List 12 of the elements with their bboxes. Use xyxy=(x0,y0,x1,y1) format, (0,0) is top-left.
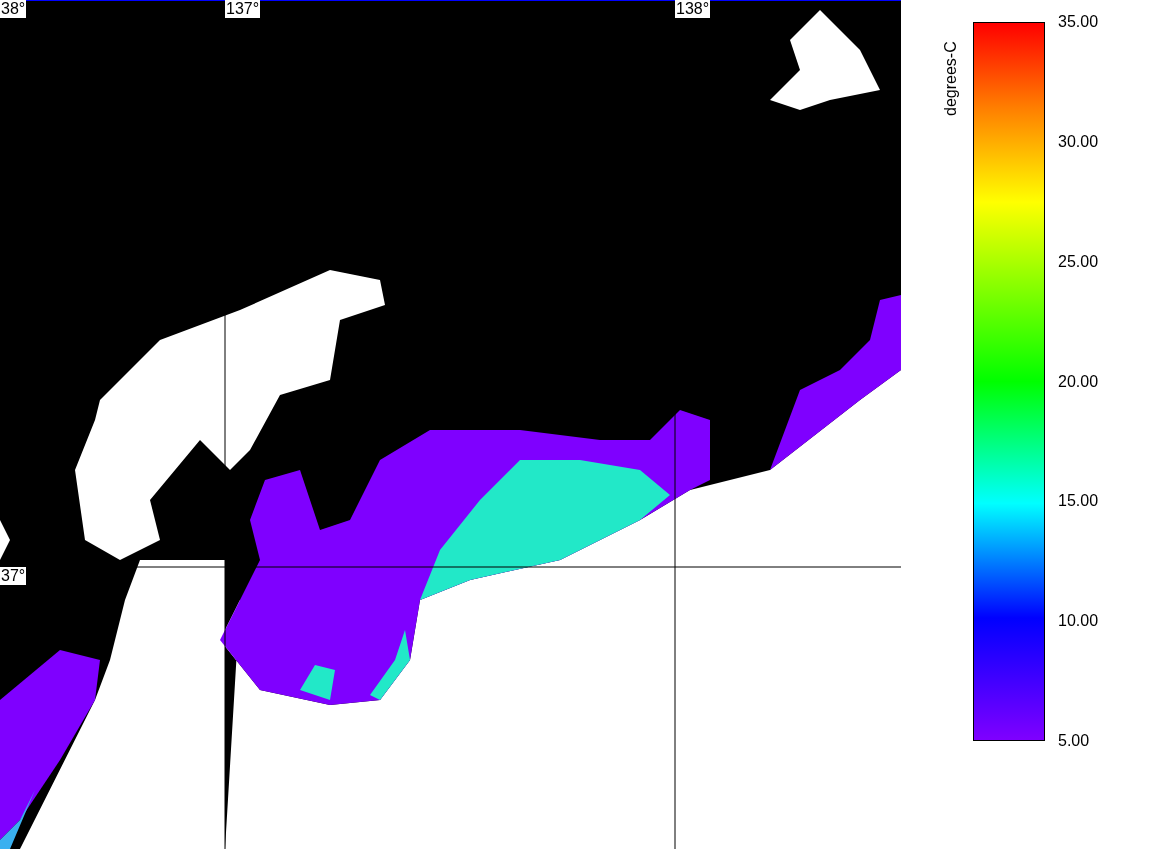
colorbar-tick-label: 15.00 xyxy=(1058,492,1099,511)
grid-label: 38° xyxy=(0,0,27,18)
grid-label: 137° xyxy=(225,0,261,18)
colorbar-tick-label: 25.00 xyxy=(1058,252,1099,271)
colorbar-tick-label: 30.00 xyxy=(1058,132,1099,151)
grid-label: 138° xyxy=(675,0,711,18)
colorbar-tick-label: 5.00 xyxy=(1058,732,1090,750)
colorbar-tick-label: 35.00 xyxy=(1058,13,1099,31)
colorbar-tick-label: 20.00 xyxy=(1058,372,1099,391)
grid-label: 37° xyxy=(0,567,27,585)
colorbar-tick-label: 10.00 xyxy=(1058,612,1099,631)
colorbar-title: degrees-C xyxy=(941,41,960,116)
